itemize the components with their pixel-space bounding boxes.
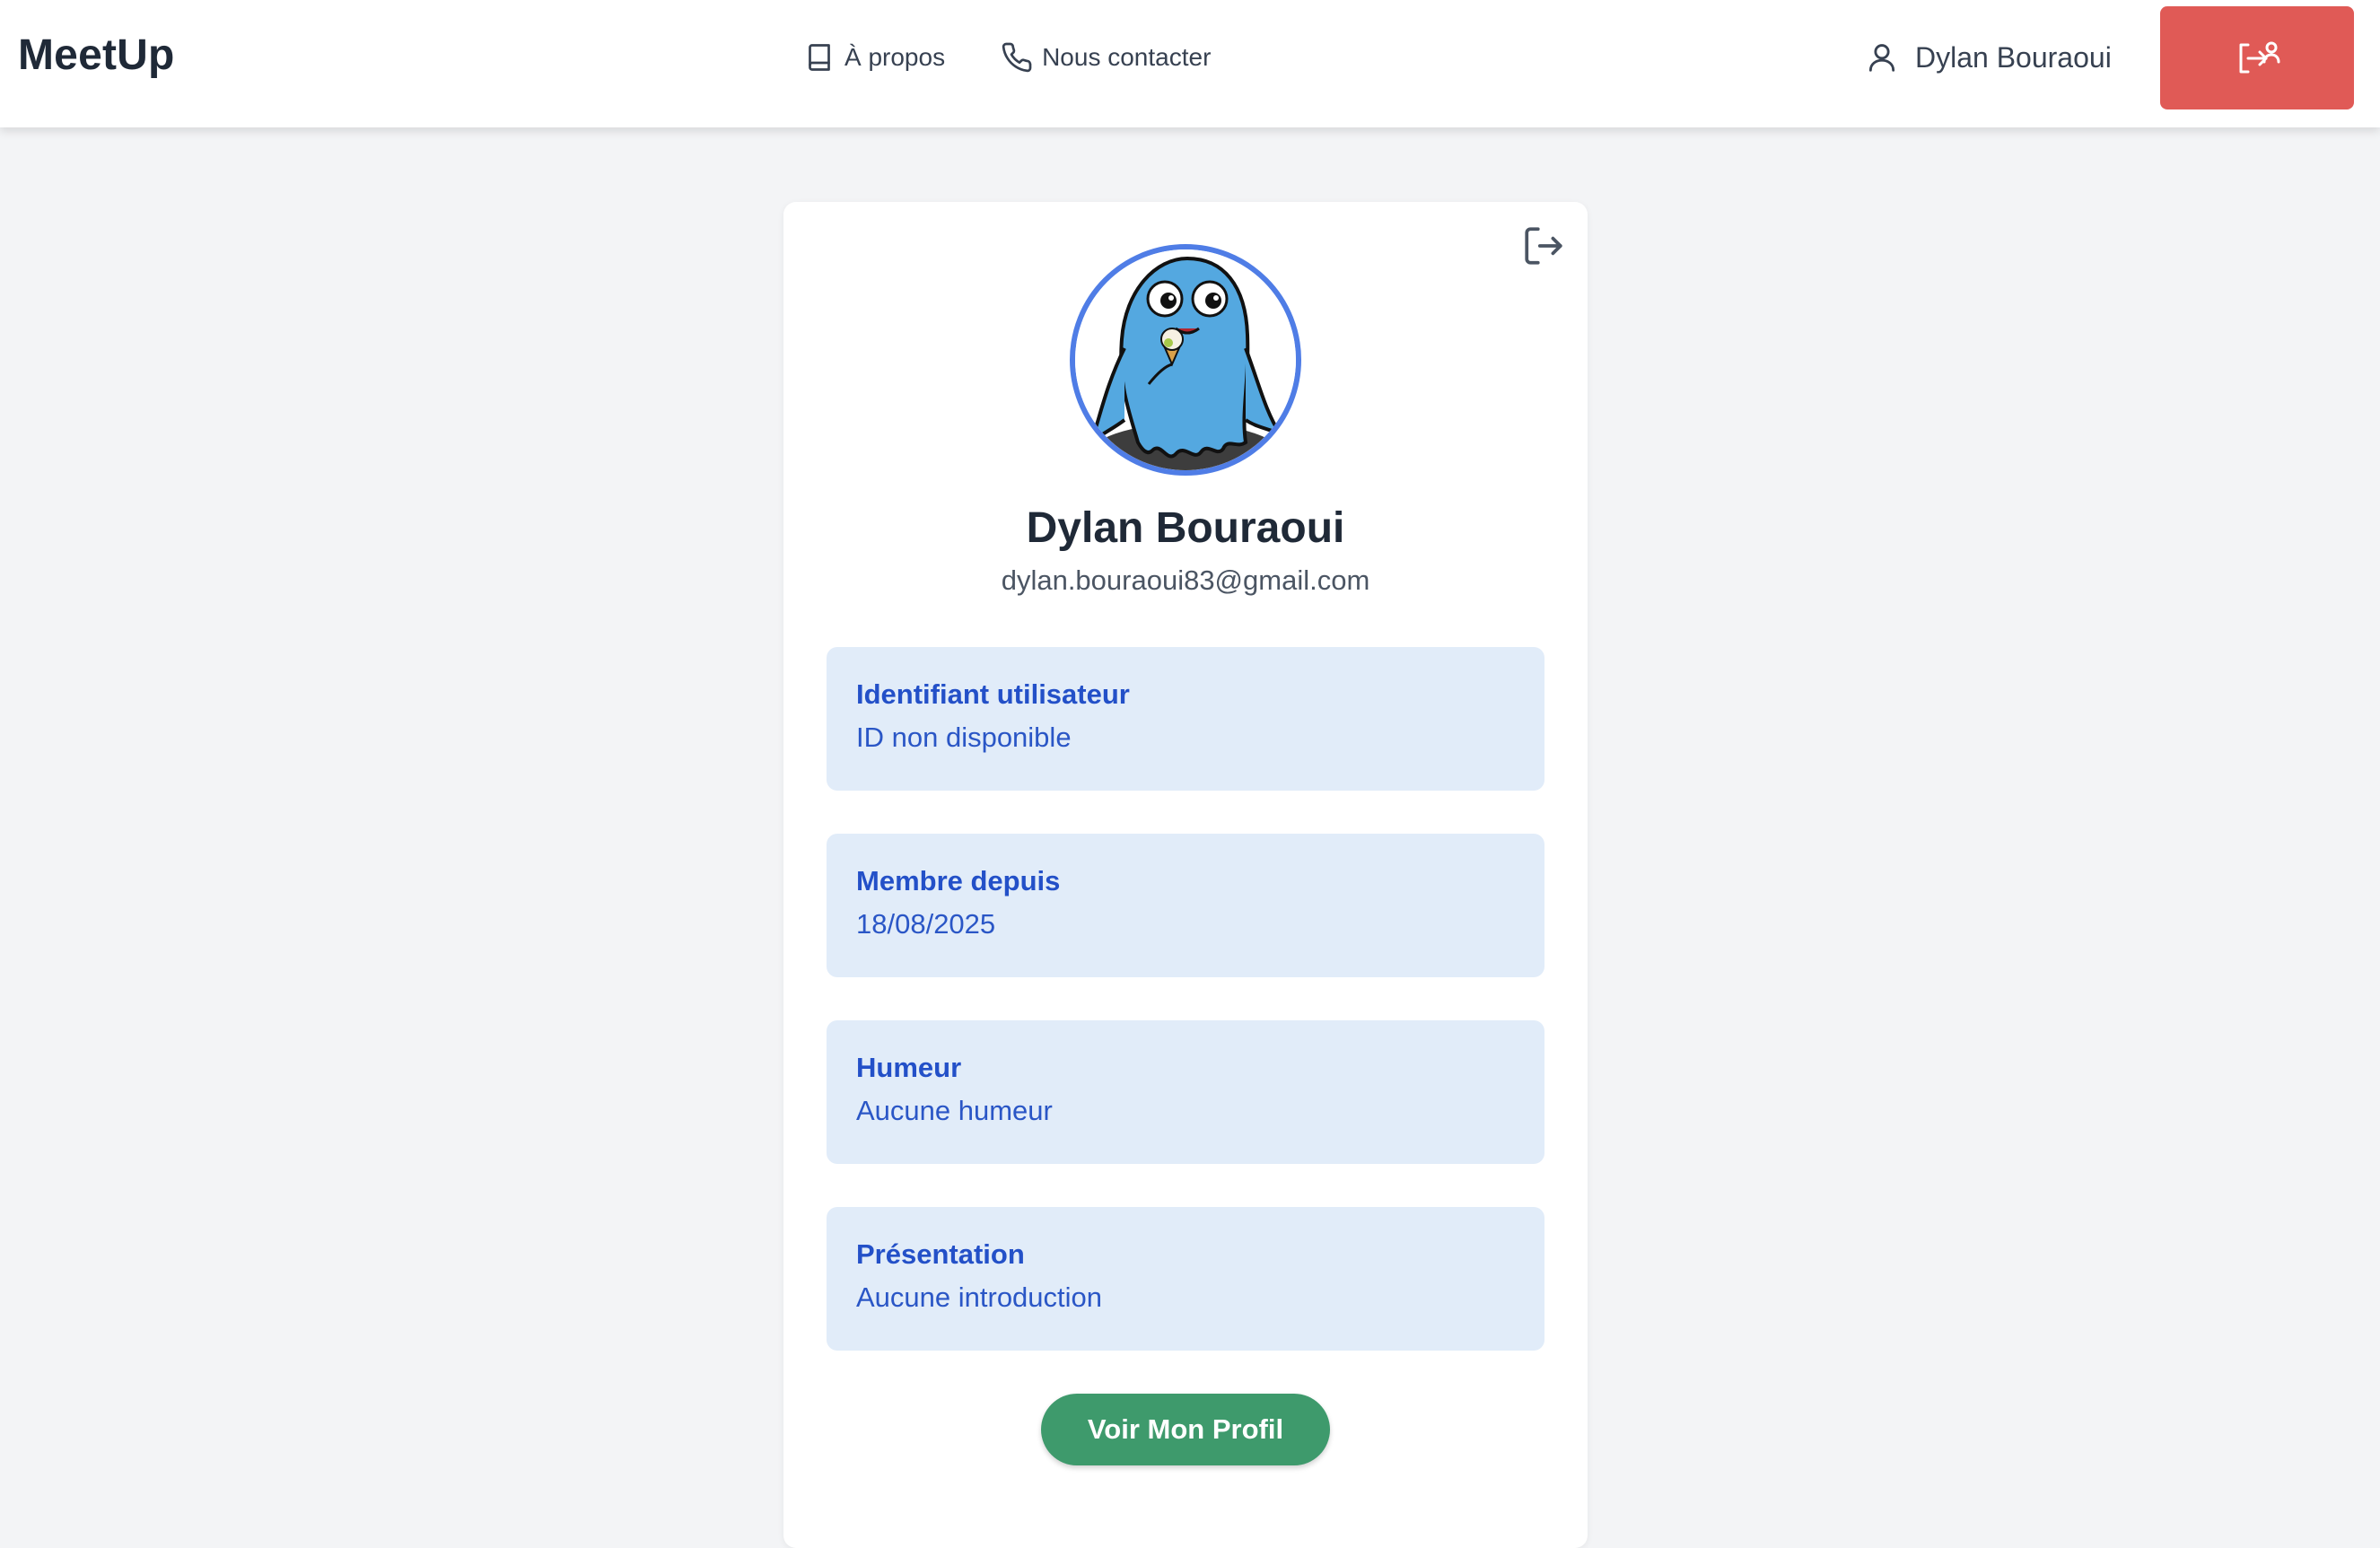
info-box-member-since: Membre depuis 18/08/2025 [827, 834, 1544, 977]
main-nav: À propos Nous contacter [803, 36, 1211, 79]
info-label: Identifiant utilisateur [856, 678, 1130, 710]
info-box-user-id: Identifiant utilisateur ID non disponibl… [827, 647, 1544, 791]
book-icon [809, 44, 830, 71]
view-profile-button[interactable]: Voir Mon Profil [1041, 1394, 1330, 1465]
user-name-label: Dylan Bouraoui [1915, 40, 2112, 74]
nav-link-about[interactable]: À propos [803, 41, 945, 74]
nav-link-contact[interactable]: Nous contacter [1001, 41, 1211, 74]
nav-link-about-label: À propos [844, 43, 946, 71]
profile-name: Dylan Bouraoui [1026, 504, 1345, 552]
brand-logo[interactable]: MeetUp [18, 31, 175, 80]
phone-icon [1002, 42, 1032, 73]
info-box-presentation: Présentation Aucune introduction [827, 1207, 1544, 1351]
info-label: Humeur [856, 1052, 962, 1083]
info-label: Membre depuis [856, 865, 1061, 896]
info-box-mood: Humeur Aucune humeur [827, 1020, 1544, 1164]
avatar [1070, 244, 1301, 476]
info-value: ID non disponible [856, 722, 1072, 753]
logout-user-icon [2239, 41, 2280, 73]
top-navbar: MeetUp À propos Nous contacter Dylan Bou… [0, 0, 2380, 127]
info-label: Présentation [856, 1238, 1025, 1270]
info-value: 18/08/2025 [856, 908, 996, 940]
profile-email: dylan.bouraoui83@gmail.com [1001, 564, 1370, 596]
logout-button[interactable] [2160, 6, 2354, 109]
profile-card: Dylan Bouraoui dylan.bouraoui83@gmail.co… [783, 202, 1588, 1548]
user-icon [1868, 44, 1895, 72]
octopus-mascot-image [1075, 249, 1296, 470]
info-value: Aucune humeur [856, 1095, 1053, 1126]
info-value: Aucune introduction [856, 1281, 1103, 1313]
user-menu[interactable]: Dylan Bouraoui [1865, 36, 2112, 79]
exit-icon[interactable] [1521, 223, 1566, 268]
nav-link-contact-label: Nous contacter [1042, 43, 1212, 71]
